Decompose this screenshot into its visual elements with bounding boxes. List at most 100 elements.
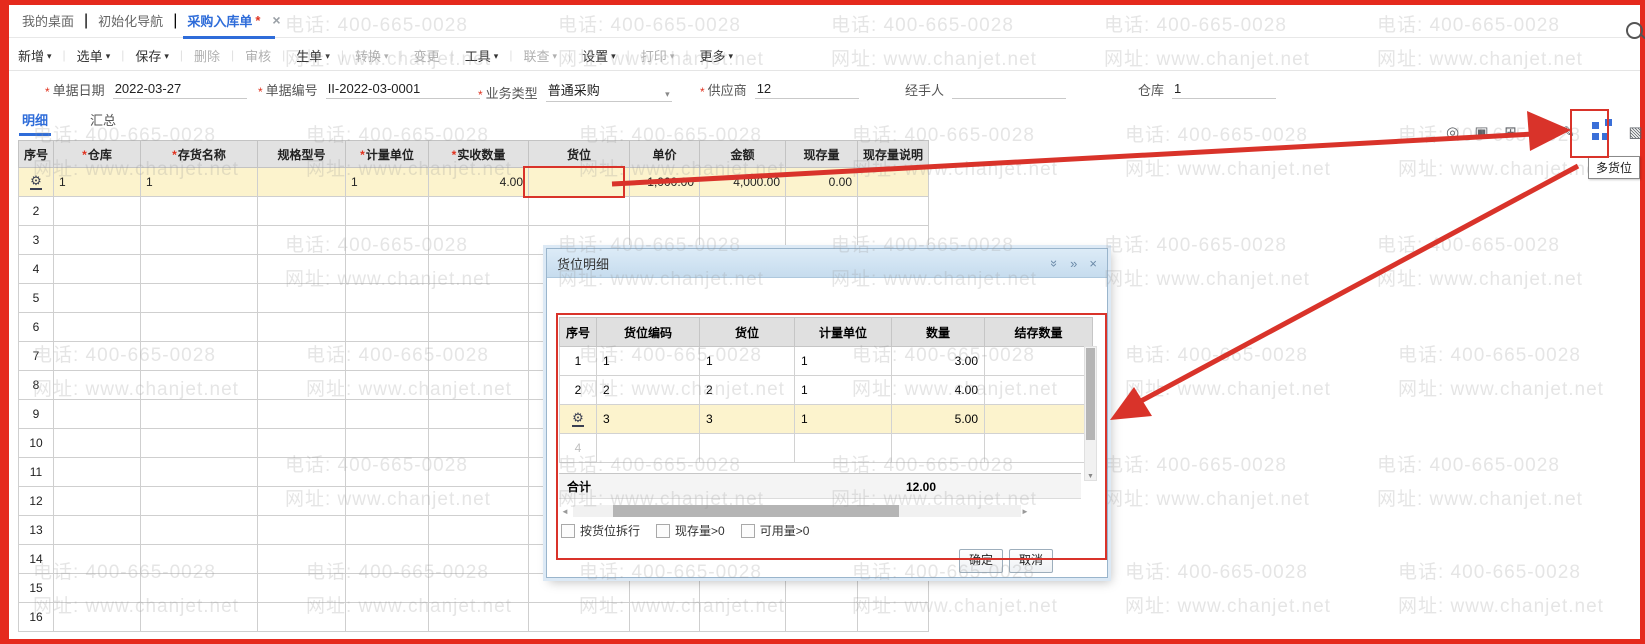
tab-初始化导航[interactable]: 初始化导航 [88,7,173,36]
dialog-cell[interactable] [984,346,1094,376]
scrollbar-thumb[interactable] [613,505,899,517]
close-icon[interactable]: × [272,12,280,28]
dialog-cell[interactable]: 5.00 [891,404,986,434]
row-number[interactable]: 1 [558,346,598,376]
toolbar-联查[interactable]: 联查 ▾ [519,43,561,68]
dialog-cell[interactable]: 2 [699,375,796,405]
toolbar-工具[interactable]: 工具 ▾ [461,43,503,68]
row-number[interactable]: 4 [558,433,598,463]
grid-cell[interactable] [857,196,930,226]
checkbox-现存量>0[interactable]: 现存量>0 [656,522,725,539]
grid-cell[interactable] [257,225,347,255]
grid-cell[interactable] [257,486,347,516]
grid-cell[interactable] [785,602,859,632]
gear-icon[interactable]: ⚙ [30,175,42,190]
scroll-left-arrow-icon[interactable]: ◄ [561,507,573,516]
grid-cell[interactable]: 1 [53,167,142,197]
toolbar-转换[interactable]: 转换 ▾ [351,43,393,68]
grid-cell[interactable] [428,312,530,342]
grid-cell[interactable] [140,254,259,284]
grid-cell[interactable] [528,602,631,632]
grid-cell[interactable]: 4.00 [428,167,530,197]
grid-cell[interactable] [140,486,259,516]
grid-cell[interactable] [140,602,259,632]
expand-icon[interactable]: » [1070,256,1077,271]
grid-settings-icon[interactable]: ▣ [1467,123,1496,141]
grid-cell[interactable] [428,341,530,371]
checkbox-icon[interactable] [561,523,575,538]
grid-cell[interactable] [53,254,142,284]
toolbar-更多[interactable]: 更多 ▾ [695,43,737,68]
grid-cell[interactable] [528,167,631,197]
grid-cell[interactable] [140,341,259,371]
grid-cell[interactable] [53,225,142,255]
dialog-cell[interactable]: 1 [794,375,893,405]
checkbox-icon[interactable] [740,523,755,538]
checkbox-icon[interactable] [656,523,671,538]
grid-cell[interactable] [53,399,142,429]
grid-cell[interactable] [257,283,347,313]
grid-cell[interactable]: 1,000.00 [629,167,701,197]
grid-cell[interactable] [345,370,430,400]
grid-cell[interactable] [257,457,347,487]
grid-cell[interactable] [857,602,930,632]
grid-cell[interactable] [345,457,430,487]
grid-cell[interactable] [528,196,631,226]
grid-cell[interactable] [699,602,787,632]
dialog-cell[interactable]: 1 [596,346,701,376]
grid-cell[interactable] [140,515,259,545]
gear-icon[interactable]: ⚙ [572,412,584,427]
grid-cell[interactable] [345,312,430,342]
grid-cell[interactable] [345,544,430,574]
grid-cell[interactable] [428,515,530,545]
grid-cell[interactable] [140,225,259,255]
viewtab-汇总[interactable]: 汇总 [90,110,116,136]
grid-cell[interactable]: 1 [140,167,259,197]
grid-cell[interactable]: 4,000.00 [699,167,787,197]
toolbar-审核[interactable]: 审核 [241,43,275,68]
dialog-cell[interactable]: 3 [699,404,796,434]
grid-cell[interactable] [53,457,142,487]
grid-cell[interactable] [53,486,142,516]
grid-cell[interactable] [428,399,530,429]
dialog-cell[interactable]: 3.00 [891,346,986,376]
dialog-cell[interactable]: 1 [794,346,893,376]
grid-cell[interactable] [428,428,530,458]
grid-cell[interactable] [257,167,347,197]
grid-cell[interactable]: 1 [345,167,430,197]
grid-cell[interactable] [257,341,347,371]
scrollbar-track[interactable] [573,505,1021,517]
grid-cell[interactable] [140,428,259,458]
toolbar-选单[interactable]: 选单 ▾ [73,43,115,68]
grid-cell[interactable] [257,399,347,429]
grid-cell[interactable] [257,254,347,284]
grid-cell[interactable] [257,370,347,400]
scroll-down-arrow-icon[interactable]: ▼ [1087,473,1094,480]
edit-icon[interactable]: ✎ [1554,123,1583,141]
scroll-right-arrow-icon[interactable]: ► [1021,507,1033,516]
grid-cell[interactable] [257,544,347,574]
grid-cell[interactable] [699,196,787,226]
dialog-cell[interactable] [984,404,1094,434]
dialog-titlebar[interactable]: 货位明细 » » × [547,249,1107,278]
grid-cell[interactable] [257,515,347,545]
tab-采购入库单[interactable]: 采购入库单 * × [177,7,290,39]
grid-cell[interactable] [345,399,430,429]
field-supplier-input[interactable]: 12 [754,81,859,99]
field-handler-input[interactable] [952,81,1067,99]
field-doc-date-input[interactable]: 2022-03-27 [112,81,247,99]
grid-cell[interactable] [345,341,430,371]
grid-cell[interactable]: 0.00 [785,167,859,197]
close-icon[interactable]: × [1089,256,1097,271]
grid-cell[interactable] [345,254,430,284]
toolbar-删除[interactable]: 删除 [190,43,224,68]
grid-cell[interactable] [428,602,530,632]
grid-cell[interactable] [140,457,259,487]
grid-cell[interactable] [345,486,430,516]
grid-cell[interactable] [140,573,259,603]
dialog-cell[interactable] [699,433,796,463]
sum-icon[interactable]: ⊞ [1496,123,1525,141]
dialog-cell[interactable] [984,433,1094,463]
grid-cell[interactable] [428,370,530,400]
grid-cell[interactable] [53,428,142,458]
